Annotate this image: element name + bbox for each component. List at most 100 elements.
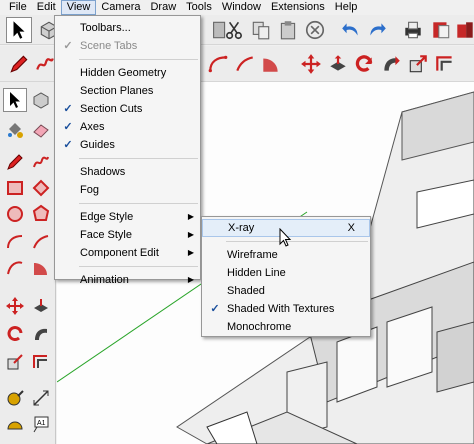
menu-item-label: Toolbars... — [80, 22, 131, 34]
menu-item-label: Edge Style — [80, 211, 134, 223]
menu-item-wireframe[interactable]: Wireframe — [202, 246, 370, 264]
menu-camera[interactable]: Camera — [96, 0, 145, 15]
rectangle-icon[interactable] — [3, 176, 27, 200]
extension-warehouse-icon[interactable] — [452, 17, 474, 43]
submenu-arrow-icon: ▶ — [187, 212, 194, 221]
check-icon: ✓ — [210, 303, 220, 315]
rotated-rectangle-icon[interactable] — [29, 176, 53, 200]
undo-icon[interactable] — [338, 17, 364, 43]
menu-item-hidden-line[interactable]: Hidden Line — [202, 264, 370, 282]
rotate-icon[interactable] — [3, 322, 27, 346]
polygon-icon[interactable] — [29, 202, 53, 226]
menu-item-label: Animation — [80, 274, 129, 286]
dimension-icon[interactable] — [29, 386, 53, 410]
menu-item-label: Axes — [80, 121, 105, 133]
cut-icon[interactable] — [221, 17, 247, 43]
menu-item-shaded-with-textures[interactable]: ✓ Shaded With Textures — [202, 300, 370, 318]
menu-item-label: Monochrome — [227, 321, 292, 333]
menu-bar: File Edit View Camera Draw Tools Window … — [0, 0, 474, 15]
three-point-arc-icon[interactable] — [3, 256, 27, 280]
menu-item-edge-style[interactable]: Edge Style ▶ — [55, 208, 200, 226]
select-tool-icon[interactable] — [3, 88, 27, 112]
text-label-icon[interactable]: A1 — [29, 412, 53, 436]
menu-item-section-cuts[interactable]: ✓ Section Cuts — [55, 100, 200, 118]
arc-icon[interactable] — [205, 51, 231, 77]
eraser-icon[interactable] — [29, 118, 53, 142]
menu-item-shaded[interactable]: Shaded — [202, 282, 370, 300]
menu-item-animation[interactable]: Animation ▶ — [55, 271, 200, 289]
menu-edit[interactable]: Edit — [32, 0, 61, 15]
component-icon[interactable] — [29, 88, 53, 112]
scale-icon[interactable] — [405, 51, 431, 77]
menu-view[interactable]: View — [60, 0, 97, 15]
check-icon: ✓ — [63, 121, 73, 133]
offset-icon[interactable] — [29, 350, 53, 374]
follow-me-icon[interactable] — [378, 51, 404, 77]
circle-icon[interactable] — [3, 202, 27, 226]
menu-item-hidden-geometry[interactable]: Hidden Geometry — [55, 64, 200, 82]
menu-item-label: Guides — [80, 139, 115, 151]
two-point-arc-icon[interactable] — [29, 230, 53, 254]
menu-item-face-style[interactable]: Face Style ▶ — [55, 226, 200, 244]
check-icon: ✓ — [63, 139, 73, 151]
submenu-arrow-icon: ▶ — [187, 230, 194, 239]
menu-item-guides[interactable]: ✓ Guides — [55, 136, 200, 154]
menu-item-label: Shadows — [80, 166, 126, 178]
print-icon[interactable] — [400, 17, 426, 43]
freehand-icon[interactable] — [29, 150, 53, 174]
menu-item-label: Section Planes — [80, 85, 154, 97]
menu-extensions[interactable]: Extensions — [266, 0, 330, 15]
menu-item-section-planes[interactable]: Section Planes — [55, 82, 200, 100]
submenu-arrow-icon: ▶ — [187, 275, 194, 284]
menu-item-fog[interactable]: Fog — [55, 181, 200, 199]
menu-item-label: Hidden Line — [227, 267, 286, 279]
menu-draw[interactable]: Draw — [145, 0, 181, 15]
push-pull-icon[interactable] — [29, 294, 53, 318]
pie-icon[interactable] — [29, 256, 53, 280]
menu-item-label: Scene Tabs — [80, 40, 138, 52]
delete-icon[interactable] — [302, 17, 328, 43]
rotate-icon[interactable] — [351, 51, 377, 77]
tool-palette: A1 — [0, 82, 56, 444]
model-corner — [436, 321, 474, 393]
menu-separator — [79, 203, 198, 204]
menu-item-toolbars[interactable]: Toolbars... — [55, 19, 200, 37]
pencil-icon[interactable] — [6, 51, 32, 77]
check-icon: ✓ — [63, 40, 73, 52]
paint-bucket-icon[interactable] — [3, 118, 27, 142]
view-menu-dropdown: Toolbars... ✓ Scene Tabs Hidden Geometry … — [54, 15, 201, 286]
menu-item-axes[interactable]: ✓ Axes — [55, 118, 200, 136]
menu-tools[interactable]: Tools — [181, 0, 217, 15]
menu-item-shadows[interactable]: Shadows — [55, 163, 200, 181]
follow-me-icon[interactable] — [29, 322, 53, 346]
scale-icon[interactable] — [3, 350, 27, 374]
model-info-icon[interactable] — [428, 17, 454, 43]
pie-icon[interactable] — [258, 51, 284, 77]
menu-separator — [79, 59, 198, 60]
menu-item-label: Hidden Geometry — [80, 67, 167, 79]
menu-window[interactable]: Window — [217, 0, 266, 15]
move-icon[interactable] — [3, 294, 27, 318]
copy-icon[interactable] — [248, 17, 274, 43]
menu-file[interactable]: File — [4, 0, 32, 15]
check-icon: ✓ — [63, 103, 73, 115]
menu-item-component-edit[interactable]: Component Edit ▶ — [55, 244, 200, 262]
menu-item-label: Shaded With Textures — [227, 303, 335, 315]
menu-help[interactable]: Help — [330, 0, 363, 15]
tape-measure-icon[interactable] — [3, 386, 27, 410]
pencil-icon[interactable] — [3, 150, 27, 174]
two-point-arc-icon[interactable] — [232, 51, 258, 77]
menu-item-label: Shaded — [227, 285, 265, 297]
select-tool-icon[interactable] — [6, 17, 32, 43]
paste-icon[interactable] — [275, 17, 301, 43]
push-pull-icon[interactable] — [325, 51, 351, 77]
menu-item-label: Fog — [80, 184, 99, 196]
protractor-icon[interactable] — [3, 412, 27, 436]
offset-icon[interactable] — [432, 51, 458, 77]
redo-icon[interactable] — [364, 17, 390, 43]
arc-icon[interactable] — [3, 230, 27, 254]
menu-item-monochrome[interactable]: Monochrome — [202, 318, 370, 336]
menu-item-label: Face Style — [80, 229, 132, 241]
menu-separator — [226, 241, 368, 242]
move-icon[interactable] — [298, 51, 324, 77]
